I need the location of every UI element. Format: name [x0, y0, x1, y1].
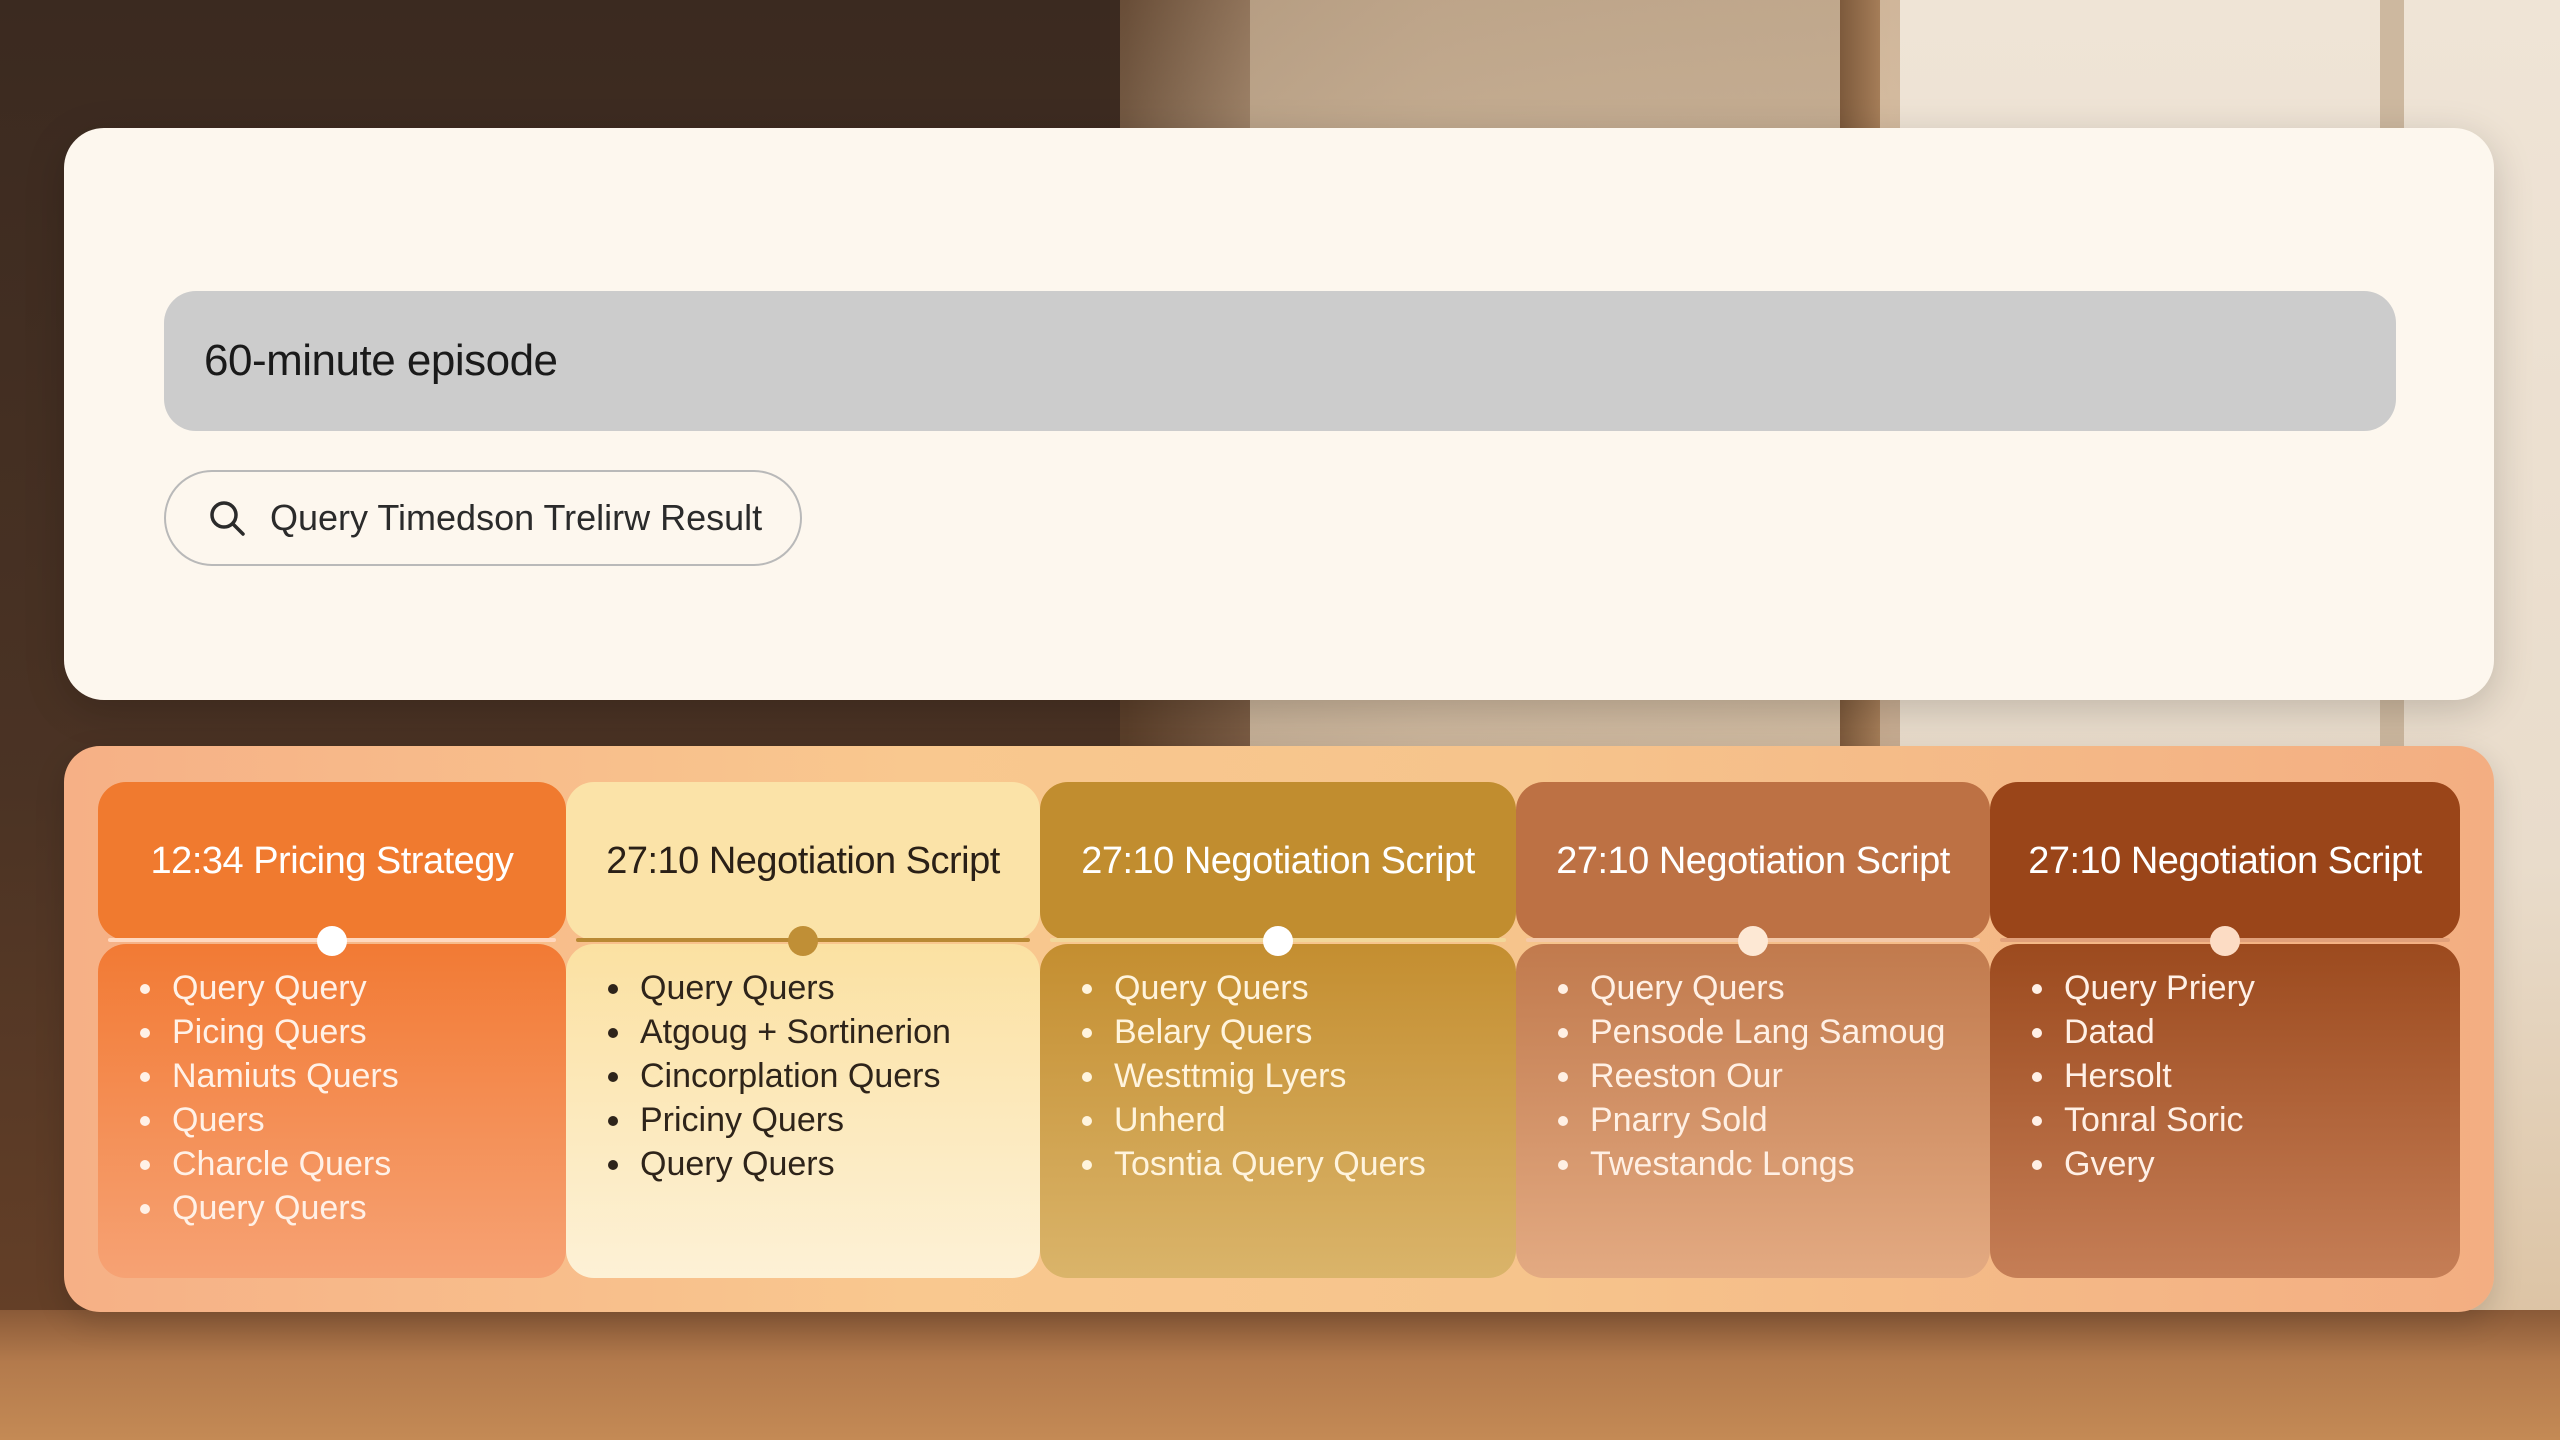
timeline-column-4[interactable]: 27:10 Negotiation Script Query Quers Pen… — [1516, 782, 1990, 1278]
timeline-item-list: Query Quers Atgoug + Sortinerion Cincorp… — [606, 966, 951, 1186]
timeline-item-list: Query Query Picing Quers Namiuts Quers Q… — [138, 966, 399, 1230]
list-item: Gvery — [2030, 1142, 2255, 1186]
list-item: Tosntia Query Quers — [1080, 1142, 1426, 1186]
timeline-column-title: 27:10 Negotiation Script — [566, 782, 1040, 940]
list-item: Query Query — [138, 966, 399, 1010]
episode-card: 60-minute episode Query Timedson Trelirw… — [64, 128, 2494, 700]
query-button[interactable]: Query Timedson Trelirw Result — [164, 470, 802, 566]
list-item: Pnarry Sold — [1556, 1098, 1945, 1142]
list-item: Cincorplation Quers — [606, 1054, 951, 1098]
timeline-marker[interactable] — [788, 926, 818, 956]
timeline-column-3[interactable]: 27:10 Negotiation Script Query Quers Bel… — [1040, 782, 1516, 1278]
timeline-item-list: Query Quers Pensode Lang Samoug Reeston … — [1556, 966, 1945, 1186]
timeline-panel: 12:34 Pricing Strategy Query Query Picin… — [64, 746, 2494, 1312]
search-icon — [210, 501, 245, 536]
list-item: Unherd — [1080, 1098, 1426, 1142]
timeline-item-list: Query Priery Datad Hersolt Tonral Soric … — [2030, 966, 2255, 1186]
query-button-label: Query Timedson Trelirw Result — [270, 497, 763, 538]
timeline-column-5[interactable]: 27:10 Negotiation Script Query Priery Da… — [1990, 782, 2460, 1278]
list-item: Tonral Soric — [2030, 1098, 2255, 1142]
episode-title-bar[interactable]: 60-minute episode — [164, 291, 2396, 431]
list-item: Hersolt — [2030, 1054, 2255, 1098]
timeline-marker[interactable] — [317, 926, 347, 956]
list-item: Belary Quers — [1080, 1010, 1426, 1054]
list-item: Priciny Quers — [606, 1098, 951, 1142]
timeline-column-2[interactable]: 27:10 Negotiation Script Query Quers Atg… — [566, 782, 1040, 1278]
list-item: Picing Quers — [138, 1010, 399, 1054]
list-item: Twestandc Longs — [1556, 1142, 1945, 1186]
list-item: Atgoug + Sortinerion — [606, 1010, 951, 1054]
list-item: Pensode Lang Samoug — [1556, 1010, 1945, 1054]
timeline-marker[interactable] — [2210, 926, 2240, 956]
episode-title: 60-minute episode — [204, 336, 558, 385]
timeline-marker[interactable] — [1263, 926, 1293, 956]
list-item: Datad — [2030, 1010, 2255, 1054]
list-item: Charcle Quers — [138, 1142, 399, 1186]
timeline-marker[interactable] — [1738, 926, 1768, 956]
timeline-column-title: 27:10 Negotiation Script — [1040, 782, 1516, 940]
list-item: Query Quers — [606, 966, 951, 1010]
list-item: Reeston Our — [1556, 1054, 1945, 1098]
timeline-item-list: Query Quers Belary Quers Westtmig Lyers … — [1080, 966, 1426, 1186]
timeline-column-title: 27:10 Negotiation Script — [1516, 782, 1990, 940]
timeline-column-title: 12:34 Pricing Strategy — [98, 782, 566, 940]
list-item: Query Quers — [1556, 966, 1945, 1010]
timeline-column-title: 27:10 Negotiation Script — [1990, 782, 2460, 940]
list-item: Quers — [138, 1098, 399, 1142]
list-item: Query Quers — [606, 1142, 951, 1186]
timeline-column-1[interactable]: 12:34 Pricing Strategy Query Query Picin… — [98, 782, 566, 1278]
list-item: Westtmig Lyers — [1080, 1054, 1426, 1098]
list-item: Namiuts Quers — [138, 1054, 399, 1098]
background-floor — [0, 1310, 2560, 1440]
list-item: Query Priery — [2030, 966, 2255, 1010]
list-item: Query Quers — [1080, 966, 1426, 1010]
list-item: Query Quers — [138, 1186, 399, 1230]
